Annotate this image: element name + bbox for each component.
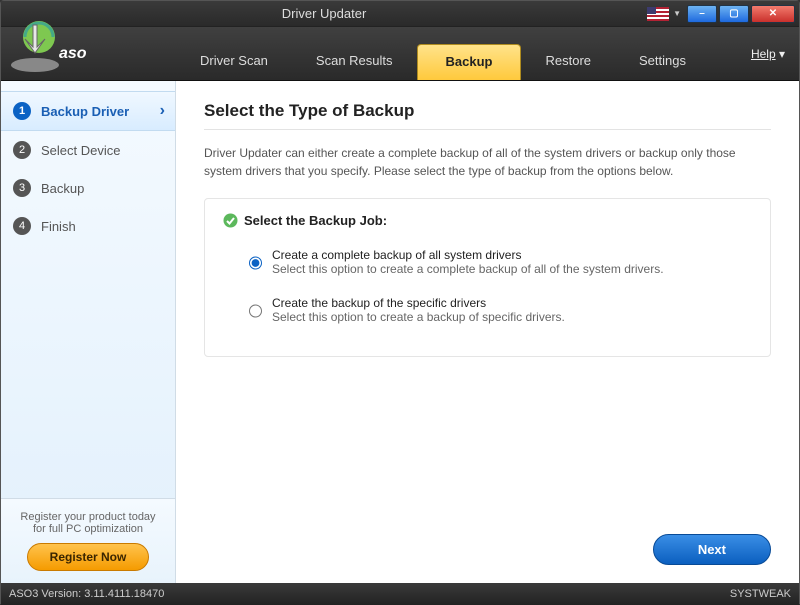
- step-label: Finish: [41, 219, 76, 234]
- step-number-icon: 1: [13, 102, 31, 120]
- option-specific-backup[interactable]: Create the backup of the specific driver…: [223, 290, 752, 338]
- step-select-device[interactable]: 2 Select Device: [1, 131, 175, 169]
- vendor-text: SYSTWEAK: [730, 588, 791, 600]
- statusbar: ASO3 Version: 3.11.4111.18470 SYSTWEAK: [1, 583, 799, 605]
- tab-backup[interactable]: Backup: [417, 44, 522, 80]
- brand-text: aso: [59, 45, 87, 63]
- option-subtitle: Select this option to create a complete …: [272, 262, 664, 276]
- main-tabs: Driver Scan Scan Results Backup Restore …: [176, 27, 710, 80]
- tab-scan-results[interactable]: Scan Results: [292, 43, 417, 80]
- check-icon: [223, 213, 238, 228]
- window-title: Driver Updater: [1, 6, 647, 21]
- main-menubar: aso Driver Scan Scan Results Backup Rest…: [1, 27, 799, 81]
- step-backup-driver[interactable]: 1 Backup Driver: [1, 91, 175, 131]
- tab-driver-scan[interactable]: Driver Scan: [176, 43, 292, 80]
- page-title: Select the Type of Backup: [204, 101, 771, 121]
- page-description: Driver Updater can either create a compl…: [204, 144, 771, 180]
- tab-settings[interactable]: Settings: [615, 43, 710, 80]
- close-button[interactable]: ✕: [751, 5, 795, 23]
- main-content-row: 1 Backup Driver 2 Select Device 3 Backup…: [1, 81, 799, 583]
- tab-restore[interactable]: Restore: [521, 43, 615, 80]
- step-number-icon: 4: [13, 217, 31, 235]
- option-complete-backup[interactable]: Create a complete backup of all system d…: [223, 242, 752, 290]
- sidebar: 1 Backup Driver 2 Select Device 3 Backup…: [1, 81, 176, 583]
- version-text: ASO3 Version: 3.11.4111.18470: [9, 588, 164, 600]
- wizard-steps: 1 Backup Driver 2 Select Device 3 Backup…: [1, 81, 175, 245]
- step-number-icon: 2: [13, 141, 31, 159]
- content-panel: Select the Type of Backup Driver Updater…: [176, 81, 799, 583]
- app-logo-icon: [5, 15, 65, 75]
- help-label: Help: [751, 47, 776, 61]
- step-label: Backup Driver: [41, 104, 129, 119]
- register-box: Register your product today for full PC …: [1, 498, 175, 583]
- backup-job-box: Select the Backup Job: Create a complete…: [204, 198, 771, 357]
- minimize-button[interactable]: –: [687, 5, 717, 23]
- divider: [204, 129, 771, 130]
- backup-job-head-label: Select the Backup Job:: [244, 213, 387, 228]
- language-flag-icon[interactable]: [647, 7, 669, 21]
- step-label: Backup: [41, 181, 84, 196]
- backup-job-heading: Select the Backup Job:: [223, 213, 752, 228]
- maximize-button[interactable]: ▢: [719, 5, 749, 23]
- step-number-icon: 3: [13, 179, 31, 197]
- help-link[interactable]: Help ▾: [751, 47, 785, 61]
- option-title: Create the backup of the specific driver…: [272, 296, 565, 310]
- register-text: Register your product today for full PC …: [13, 511, 163, 535]
- step-label: Select Device: [41, 143, 120, 158]
- option-title: Create a complete backup of all system d…: [272, 248, 664, 262]
- window-titlebar: Driver Updater ▼ – ▢ ✕: [1, 1, 799, 27]
- step-backup[interactable]: 3 Backup: [1, 169, 175, 207]
- option-subtitle: Select this option to create a backup of…: [272, 310, 565, 324]
- logo-area: aso: [1, 27, 176, 80]
- register-now-button[interactable]: Register Now: [27, 543, 150, 571]
- next-button[interactable]: Next: [653, 534, 771, 565]
- radio-complete-backup[interactable]: [249, 250, 262, 276]
- step-finish[interactable]: 4 Finish: [1, 207, 175, 245]
- language-dropdown-icon[interactable]: ▼: [673, 9, 681, 18]
- radio-specific-backup[interactable]: [249, 298, 262, 324]
